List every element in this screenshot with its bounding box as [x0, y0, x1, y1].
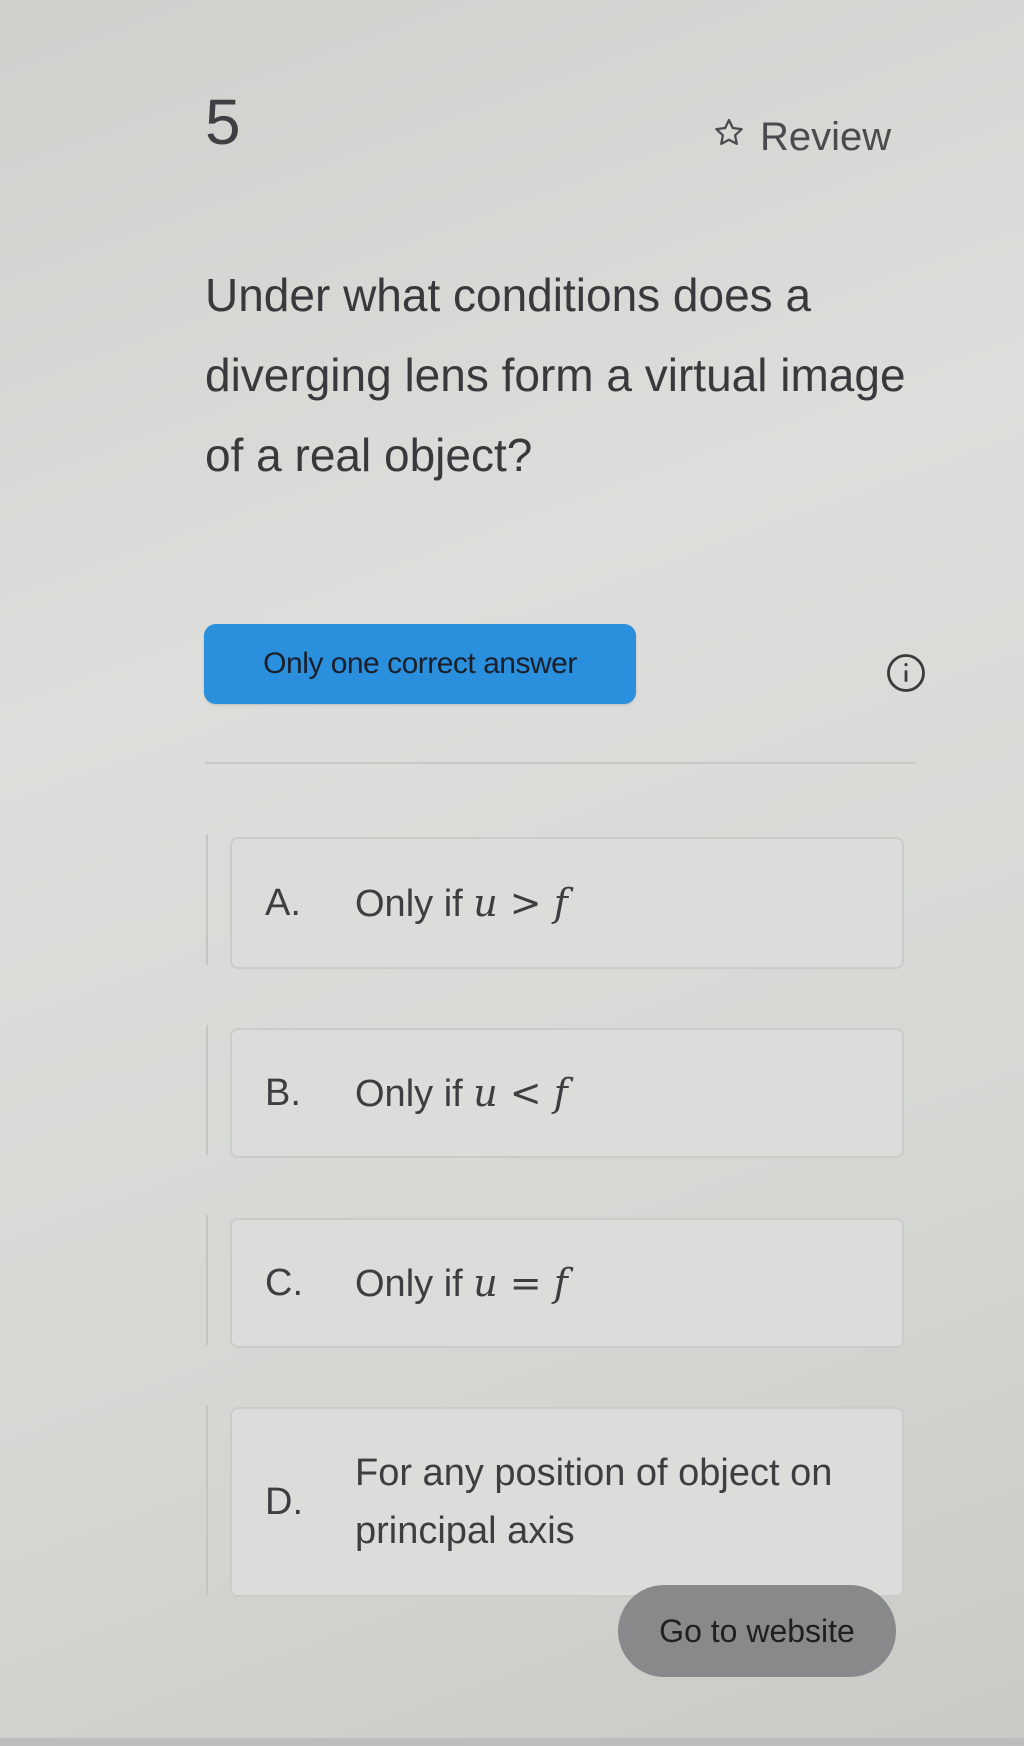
option-letter: D.	[265, 1480, 303, 1523]
option-left-rule	[206, 835, 208, 965]
option-left-rule	[206, 1405, 208, 1595]
option-letter: A.	[265, 881, 301, 924]
answer-type-badge: Only one correct answer	[204, 624, 636, 704]
bottom-strip	[0, 1738, 1024, 1746]
go-to-website-button[interactable]: Go to website	[618, 1585, 896, 1677]
info-circle-icon[interactable]	[885, 652, 927, 694]
review-button[interactable]: Review	[712, 115, 891, 160]
option-text: Only if u = f	[355, 1260, 568, 1305]
option-d[interactable]: D. For any position of object on princip…	[230, 1407, 904, 1597]
option-letter: B.	[265, 1071, 301, 1114]
question-number: 5	[205, 86, 241, 158]
divider	[205, 762, 915, 764]
option-a[interactable]: A. Only if u > f	[230, 837, 904, 969]
option-b[interactable]: B. Only if u < f	[230, 1028, 904, 1158]
option-text: Only if u < f	[355, 1070, 568, 1115]
star-outline-icon	[712, 115, 746, 160]
question-text: Under what conditions does a diverging l…	[205, 269, 906, 481]
option-letter: C.	[265, 1261, 303, 1304]
option-left-rule	[206, 1215, 208, 1345]
option-text: For any position of object on principal …	[355, 1452, 833, 1552]
review-label: Review	[760, 115, 892, 159]
option-c[interactable]: C. Only if u = f	[230, 1218, 904, 1348]
option-left-rule	[206, 1025, 208, 1155]
option-text: Only if u > f	[355, 880, 568, 925]
question-screen: 5 Review Under what conditions does a di…	[0, 0, 1024, 1746]
